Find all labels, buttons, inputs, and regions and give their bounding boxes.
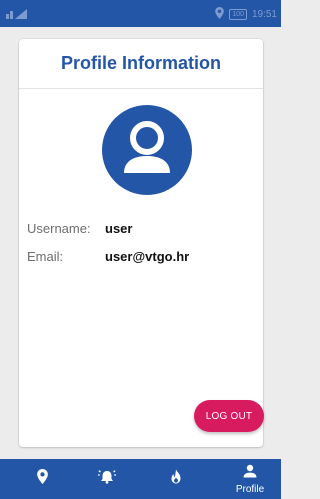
person-avatar-icon [102, 105, 192, 195]
username-row: Username: user [27, 221, 257, 236]
email-row: Email: user@vtgo.hr [27, 249, 257, 264]
bottom-nav: Profile [0, 459, 281, 499]
status-time: 19:51 [251, 9, 277, 20]
status-bar: 100 19:51 [0, 0, 281, 27]
username-value: user [105, 221, 133, 236]
nav-item-profile[interactable]: Profile [229, 459, 271, 499]
location-icon [215, 7, 225, 22]
signal-icon [6, 8, 28, 20]
nav-item-map[interactable] [22, 459, 62, 499]
email-value: user@vtgo.hr [105, 249, 190, 264]
nav-label-profile: Profile [235, 483, 265, 495]
email-label: Email: [27, 249, 64, 264]
card-header: Profile Information [19, 39, 263, 89]
location-pin-icon [36, 469, 48, 489]
battery-icon: 100 [229, 9, 247, 20]
page-title: Profile Information [60, 53, 221, 73]
person-icon [243, 464, 257, 483]
alarm-bell-icon [98, 469, 116, 489]
logout-button[interactable]: LOG OUT [194, 400, 264, 432]
fire-icon [170, 469, 182, 489]
nav-item-alarm[interactable] [87, 459, 127, 499]
username-label: Username: [27, 221, 91, 236]
profile-card: Profile Information Username: user Email… [19, 39, 264, 447]
nav-item-fire[interactable] [156, 459, 196, 499]
